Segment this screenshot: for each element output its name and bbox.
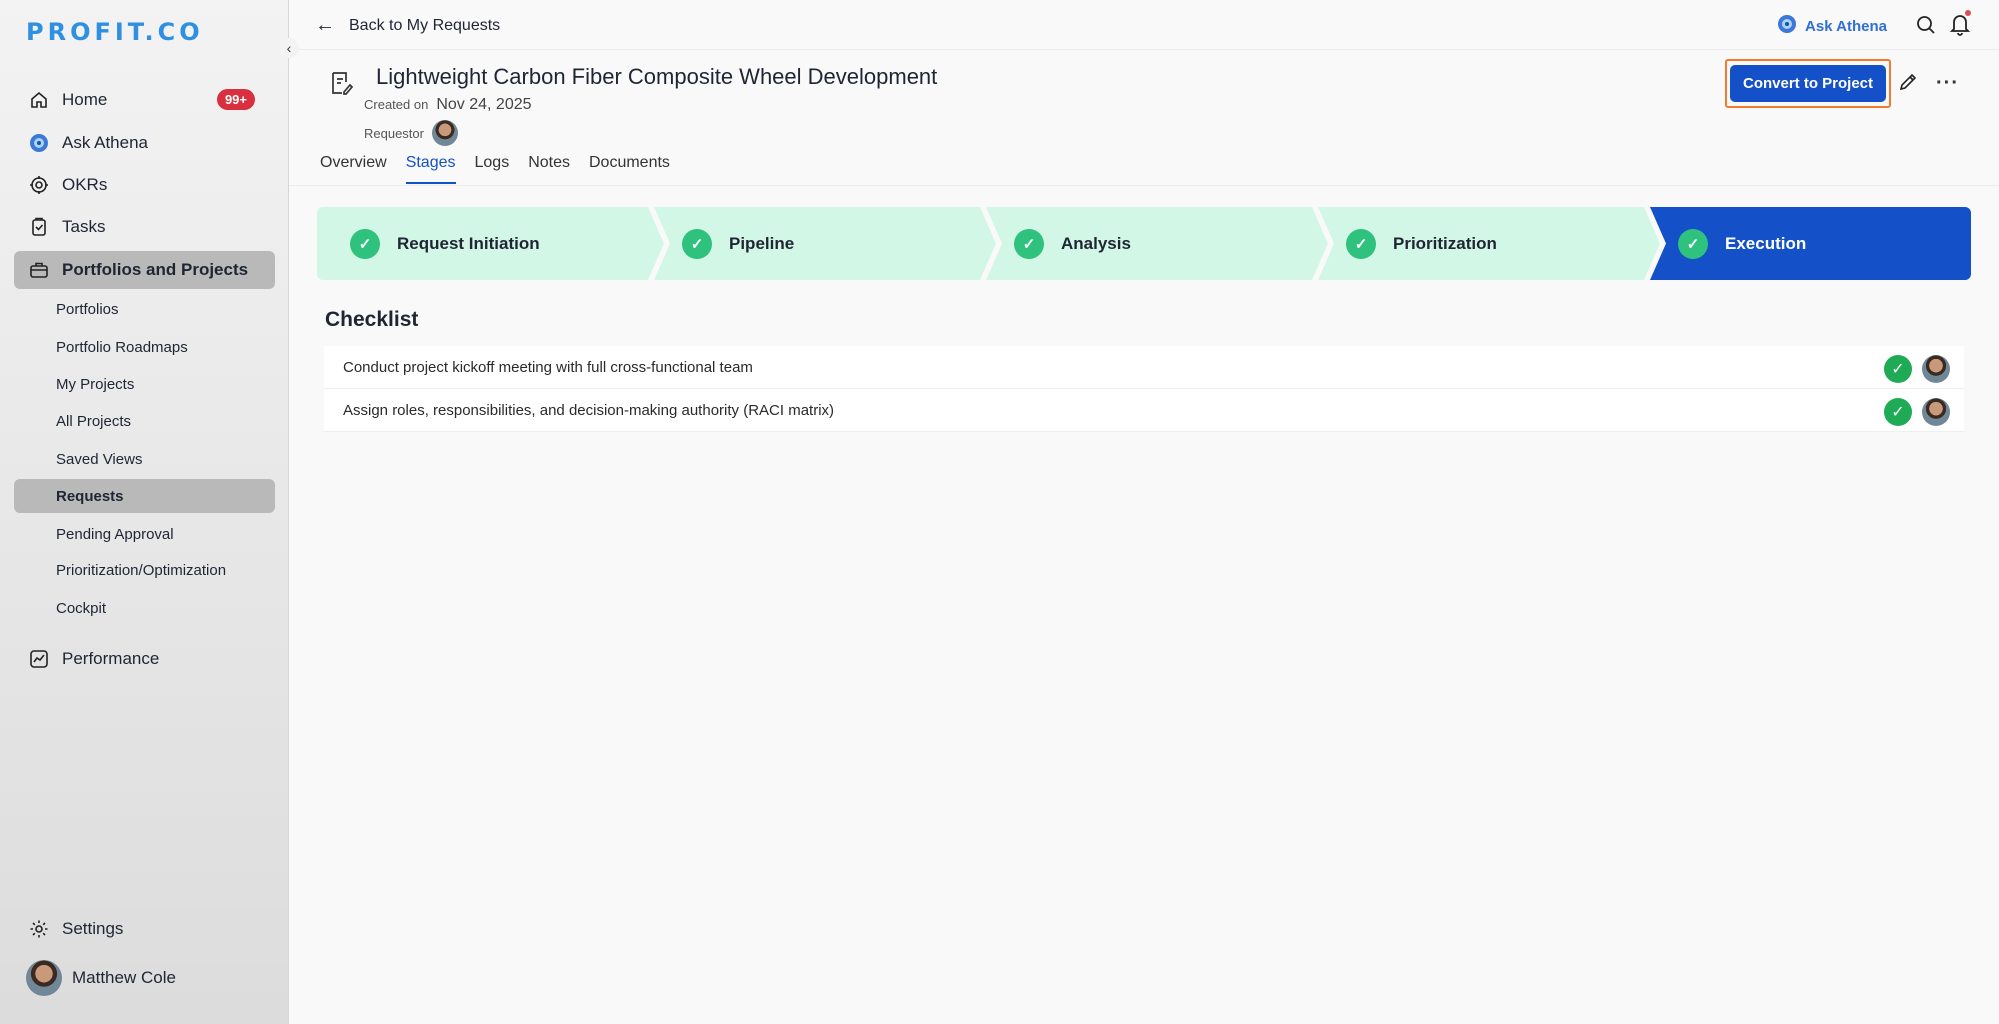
sidebar-subitem-cockpit[interactable]: Cockpit bbox=[14, 591, 275, 625]
checklist-item[interactable]: Assign roles, responsibilities, and deci… bbox=[324, 389, 1964, 432]
sidebar-item-label: OKRs bbox=[62, 175, 108, 194]
request-document-icon bbox=[329, 70, 354, 101]
sidebar-item-home[interactable]: Home 99+ bbox=[14, 81, 275, 119]
sidebar-item-label: Home bbox=[62, 90, 108, 109]
gear-icon bbox=[28, 918, 50, 940]
sidebar: PROFIT.CO ‹ Home 99+ Ask Athena OKRs Tas… bbox=[0, 0, 299, 1024]
more-options-icon[interactable]: ··· bbox=[1936, 72, 1959, 95]
stage-prioritization[interactable]: ✓ Prioritization bbox=[1346, 207, 1497, 280]
check-icon: ✓ bbox=[1678, 228, 1708, 259]
sidebar-subitem-all-projects[interactable]: All Projects bbox=[14, 404, 275, 438]
sidebar-item-ask-athena[interactable]: Ask Athena bbox=[14, 124, 275, 162]
ask-athena-label: Ask Athena bbox=[1805, 17, 1887, 35]
completed-check-icon[interactable]: ✓ bbox=[1884, 398, 1912, 426]
user-name: Matthew Cole bbox=[72, 968, 176, 987]
tab-stages[interactable]: Stages bbox=[405, 154, 456, 184]
created-label: Created on bbox=[364, 97, 429, 112]
completed-check-icon[interactable]: ✓ bbox=[1884, 355, 1912, 383]
sidebar-subitem-requests[interactable]: Requests bbox=[14, 479, 275, 513]
tab-logs[interactable]: Logs bbox=[475, 154, 510, 184]
notification-badge: 99+ bbox=[216, 89, 255, 110]
athena-icon bbox=[1777, 14, 1797, 38]
created-on: Created on Nov 24, 2025 bbox=[364, 96, 532, 114]
created-date: Nov 24, 2025 bbox=[436, 96, 532, 113]
convert-to-project-button[interactable]: Convert to Project bbox=[1730, 65, 1886, 102]
collapse-sidebar-button[interactable]: ‹ bbox=[279, 38, 299, 58]
assignee-avatar[interactable] bbox=[1922, 355, 1950, 383]
requestor-avatar[interactable] bbox=[431, 120, 458, 146]
notification-dot bbox=[1965, 10, 1971, 16]
search-icon[interactable] bbox=[1915, 14, 1937, 41]
tab-divider bbox=[289, 185, 1999, 186]
convert-button-highlight: Convert to Project bbox=[1725, 59, 1891, 108]
assignee-avatar[interactable] bbox=[1922, 398, 1950, 426]
stage-request-initiation[interactable]: ✓ Request Initiation bbox=[350, 207, 540, 280]
sidebar-item-portfolios-and-projects[interactable]: Portfolios and Projects bbox=[14, 251, 275, 289]
sidebar-item-label: Tasks bbox=[62, 217, 106, 236]
topbar: ← Back to My Requests Ask Athena bbox=[289, 0, 1999, 50]
clipboard-check-icon bbox=[28, 216, 50, 238]
checklist-item-text: Conduct project kickoff meeting with ful… bbox=[343, 358, 753, 376]
requestor-label: Requestor bbox=[364, 125, 424, 141]
checklist-item-text: Assign roles, responsibilities, and deci… bbox=[343, 401, 835, 419]
stage-analysis[interactable]: ✓ Analysis bbox=[1014, 207, 1131, 280]
user-profile[interactable]: Matthew Cole bbox=[26, 960, 176, 996]
sidebar-item-tasks[interactable]: Tasks bbox=[14, 208, 275, 246]
stage-label: Request Initiation bbox=[397, 233, 540, 253]
athena-icon bbox=[28, 132, 50, 154]
sidebar-item-okrs[interactable]: OKRs bbox=[14, 166, 275, 204]
stage-execution[interactable]: ✓ Execution bbox=[1678, 207, 1806, 280]
performance-chart-icon bbox=[28, 648, 50, 670]
back-to-requests-link[interactable]: ← Back to My Requests bbox=[315, 14, 500, 37]
tab-documents[interactable]: Documents bbox=[589, 154, 670, 184]
check-icon: ✓ bbox=[682, 228, 712, 259]
tab-notes[interactable]: Notes bbox=[528, 154, 570, 184]
page-title: Lightweight Carbon Fiber Composite Wheel… bbox=[376, 64, 938, 89]
stage-label: Prioritization bbox=[1393, 233, 1497, 253]
briefcase-icon bbox=[28, 259, 50, 281]
checklist-title: Checklist bbox=[325, 308, 419, 331]
sidebar-item-settings[interactable]: Settings bbox=[14, 910, 275, 948]
bell-icon[interactable] bbox=[1949, 12, 1971, 41]
sidebar-subitem-prioritization[interactable]: Prioritization/Optimization bbox=[14, 553, 275, 587]
checklist-item[interactable]: Conduct project kickoff meeting with ful… bbox=[324, 346, 1964, 389]
pencil-edit-icon[interactable] bbox=[1898, 72, 1918, 97]
sidebar-item-label: Settings bbox=[62, 919, 124, 938]
tab-overview[interactable]: Overview bbox=[320, 154, 387, 184]
stage-label: Execution bbox=[1725, 233, 1807, 253]
sidebar-item-performance[interactable]: Performance bbox=[14, 640, 275, 678]
sidebar-subitem-portfolio-roadmaps[interactable]: Portfolio Roadmaps bbox=[14, 330, 275, 364]
check-icon: ✓ bbox=[1014, 228, 1044, 259]
check-icon: ✓ bbox=[350, 228, 380, 259]
sidebar-subitem-my-projects[interactable]: My Projects bbox=[14, 367, 275, 401]
home-icon bbox=[28, 89, 50, 111]
sidebar-subitem-saved-views[interactable]: Saved Views bbox=[14, 442, 275, 476]
avatar bbox=[26, 960, 62, 996]
stage-pipeline[interactable]: ✓ Pipeline bbox=[682, 207, 794, 280]
sidebar-item-label: Portfolios and Projects bbox=[62, 260, 249, 279]
checklist: Conduct project kickoff meeting with ful… bbox=[324, 346, 1964, 432]
sidebar-subitem-pending-approval[interactable]: Pending Approval bbox=[14, 517, 275, 551]
sidebar-subitem-portfolios[interactable]: Portfolios bbox=[14, 292, 275, 326]
sidebar-item-label: Performance bbox=[62, 649, 160, 668]
profitco-logo[interactable]: PROFIT.CO bbox=[26, 18, 204, 46]
check-icon: ✓ bbox=[1346, 228, 1376, 259]
arrow-left-icon: ← bbox=[315, 14, 335, 36]
stage-label: Analysis bbox=[1061, 233, 1131, 253]
tab-bar: Overview Stages Logs Notes Documents bbox=[320, 154, 689, 184]
stage-tracker: ✓ Request Initiation ✓ Pipeline ✓ Analys… bbox=[317, 207, 1971, 280]
stage-label: Pipeline bbox=[729, 233, 795, 253]
chevron-left-icon: ‹ bbox=[286, 40, 292, 56]
requestor: Requestor bbox=[364, 120, 458, 146]
sidebar-item-label: Ask Athena bbox=[62, 133, 149, 152]
back-label: Back to My Requests bbox=[349, 16, 501, 34]
target-icon bbox=[28, 174, 50, 196]
ask-athena-button[interactable]: Ask Athena bbox=[1777, 14, 1887, 38]
